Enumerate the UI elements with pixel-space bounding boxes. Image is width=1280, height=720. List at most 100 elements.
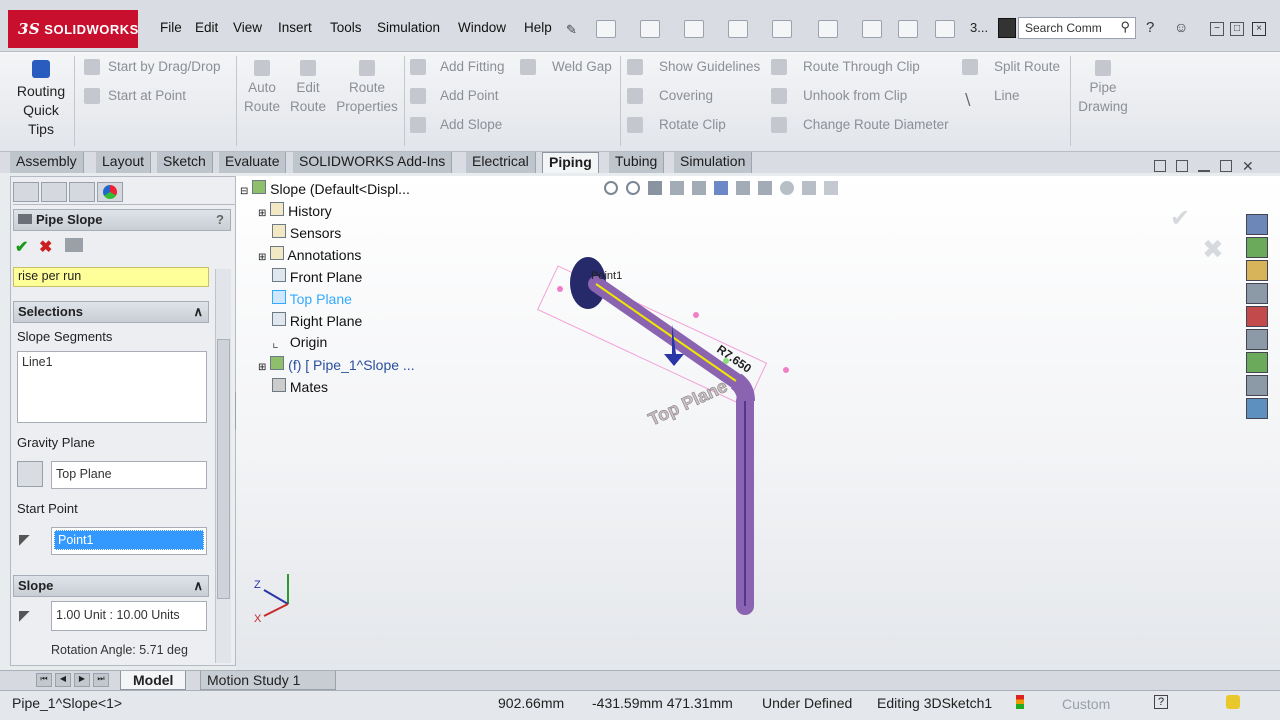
- previous-view-icon[interactable]: [648, 181, 662, 195]
- design-library-icon[interactable]: [1246, 260, 1268, 281]
- menu-view[interactable]: View: [233, 20, 262, 35]
- tree-item-mates[interactable]: Mates: [240, 378, 415, 400]
- unit-system[interactable]: Custom: [1062, 696, 1110, 712]
- doc-restore-icon[interactable]: [1220, 160, 1232, 172]
- tab-layout[interactable]: Layout: [96, 152, 152, 173]
- zoom-to-area-icon[interactable]: [626, 181, 640, 195]
- collapse-icon[interactable]: ∧: [193, 578, 203, 594]
- minimize-button[interactable]: −: [1210, 22, 1224, 36]
- scrollbar-thumb[interactable]: [217, 339, 230, 599]
- tree-item-annotations[interactable]: ⊞ Annotations: [240, 246, 415, 268]
- first-tab-icon[interactable]: ⏮: [36, 673, 52, 687]
- doc-close-icon[interactable]: ✕: [1242, 159, 1254, 173]
- restore-button[interactable]: □: [1230, 22, 1244, 36]
- doc-minimize-icon[interactable]: [1198, 160, 1210, 172]
- routing-quick-tips-button[interactable]: Routing Quick Tips: [10, 58, 72, 139]
- help-icon[interactable]: ?: [216, 212, 224, 227]
- options-icon[interactable]: [935, 20, 955, 38]
- menu-tools[interactable]: Tools: [330, 20, 362, 35]
- tree-root[interactable]: ⊟ Slope (Default<Displ...: [240, 180, 415, 202]
- tile-icon[interactable]: [1154, 160, 1166, 172]
- notification-icon[interactable]: [1226, 695, 1240, 709]
- undo-icon[interactable]: [772, 20, 792, 38]
- menu-window[interactable]: Window: [458, 20, 506, 35]
- menu-simulation[interactable]: Simulation: [377, 20, 440, 35]
- file-explorer-icon[interactable]: [1246, 283, 1268, 304]
- menu-edit[interactable]: Edit: [195, 20, 218, 35]
- handle-point[interactable]: [783, 367, 789, 373]
- unhook-from-clip-button[interactable]: Unhook from Clip: [803, 88, 907, 103]
- status-help-icon[interactable]: ?: [1154, 695, 1168, 709]
- edit-route-button[interactable]: Edit Route: [290, 60, 326, 116]
- slope-segments-list[interactable]: Line1: [17, 351, 207, 423]
- property-manager-scrollbar[interactable]: [215, 269, 231, 663]
- slope-group-header[interactable]: Slope ∧: [13, 575, 209, 597]
- menu-file[interactable]: File: [160, 20, 182, 35]
- tab-addins[interactable]: SOLIDWORKS Add-Ins: [293, 152, 453, 173]
- split-route-button[interactable]: Split Route: [994, 59, 1060, 74]
- rotate-clip-button[interactable]: Rotate Clip: [659, 117, 726, 132]
- prev-tab-icon[interactable]: ◀: [55, 673, 71, 687]
- edit-appearance-icon[interactable]: [780, 181, 794, 195]
- tree-item-origin[interactable]: ⌞ Origin: [240, 334, 415, 356]
- tab-assembly[interactable]: Assembly: [10, 152, 84, 173]
- slope-value-field[interactable]: 1.00 Unit : 10.00 Units: [51, 601, 207, 631]
- pushpin-icon[interactable]: [65, 238, 83, 252]
- resources-icon[interactable]: [1246, 237, 1268, 258]
- tree-item-sensors[interactable]: Sensors: [240, 224, 415, 246]
- change-route-diameter-button[interactable]: Change Route Diameter: [803, 117, 949, 132]
- graphics-area[interactable]: ⊟ Slope (Default<Displ... ⊞ History Sens…: [236, 176, 1280, 670]
- list-item[interactable]: Line1: [22, 355, 53, 369]
- hide-show-items-icon[interactable]: [758, 181, 772, 195]
- tree-item-pipe[interactable]: ⊞ (f) [ Pipe_1^Slope ...: [240, 356, 415, 378]
- auto-route-button[interactable]: Auto Route: [244, 60, 280, 116]
- open-icon[interactable]: [640, 20, 660, 38]
- menu-insert[interactable]: Insert: [278, 20, 312, 35]
- handle-point[interactable]: [557, 286, 563, 292]
- rebuild-indicator-icon[interactable]: [1016, 695, 1024, 709]
- next-tab-icon[interactable]: ▶: [74, 673, 90, 687]
- confirm-cancel-icon[interactable]: ✖: [1202, 234, 1224, 265]
- tree-item-front-plane[interactable]: Front Plane: [240, 268, 415, 290]
- pipe-drawing-button[interactable]: Pipe Drawing: [1076, 60, 1130, 116]
- route-properties-button[interactable]: Route Properties: [334, 60, 400, 116]
- tab-sketch[interactable]: Sketch: [157, 152, 213, 173]
- route-through-clip-button[interactable]: Route Through Clip: [803, 59, 920, 74]
- file-properties-icon[interactable]: [898, 20, 918, 38]
- solidworks-forum-icon[interactable]: [1246, 398, 1268, 419]
- expand-icon[interactable]: ⊟: [240, 186, 248, 197]
- help-menu-icon[interactable]: ?: [1146, 19, 1154, 36]
- zoom-to-fit-icon[interactable]: [604, 181, 618, 195]
- gravity-plane-field[interactable]: Top Plane: [51, 461, 207, 489]
- pipe-model[interactable]: Point1 R7.650 Top Plane: [536, 236, 816, 616]
- tile-alt-icon[interactable]: [1176, 160, 1188, 172]
- property-manager-tab-icon[interactable]: [41, 182, 67, 202]
- view-palette-icon[interactable]: [1246, 352, 1268, 373]
- print-icon[interactable]: [728, 20, 748, 38]
- add-fitting-button[interactable]: Add Fitting: [440, 59, 505, 74]
- tab-evaluate[interactable]: Evaluate: [219, 152, 287, 173]
- show-guidelines-button[interactable]: Show Guidelines: [659, 59, 760, 74]
- menu-help[interactable]: Help: [524, 20, 552, 35]
- display-style-icon[interactable]: [736, 181, 750, 195]
- tree-item-right-plane[interactable]: Right Plane: [240, 312, 415, 334]
- rebuild-icon[interactable]: [862, 20, 882, 38]
- last-tab-icon[interactable]: ⏭: [93, 673, 109, 687]
- routing-library-icon[interactable]: [1246, 375, 1268, 396]
- add-point-button[interactable]: Add Point: [440, 88, 499, 103]
- expand-icon[interactable]: ⊞: [258, 252, 266, 263]
- expand-icon[interactable]: ⊞: [258, 208, 266, 219]
- feature-manager-tab-icon[interactable]: [13, 182, 39, 202]
- select-icon[interactable]: [818, 20, 838, 38]
- expand-icon[interactable]: ⊞: [258, 362, 266, 373]
- display-manager-tab-icon[interactable]: [97, 182, 123, 202]
- toolbar-overflow[interactable]: 3...: [970, 20, 988, 35]
- start-at-point-button[interactable]: Start at Point: [108, 88, 186, 103]
- tab-simulation[interactable]: Simulation: [674, 152, 753, 173]
- add-slope-button[interactable]: Add Slope: [440, 117, 502, 132]
- tree-item-history[interactable]: ⊞ History: [240, 202, 415, 224]
- selections-group-header[interactable]: Selections ∧: [13, 301, 209, 323]
- cancel-x-icon[interactable]: ✖: [39, 237, 52, 257]
- start-point-field[interactable]: Point1: [51, 527, 207, 555]
- appearances-icon[interactable]: [1246, 306, 1268, 327]
